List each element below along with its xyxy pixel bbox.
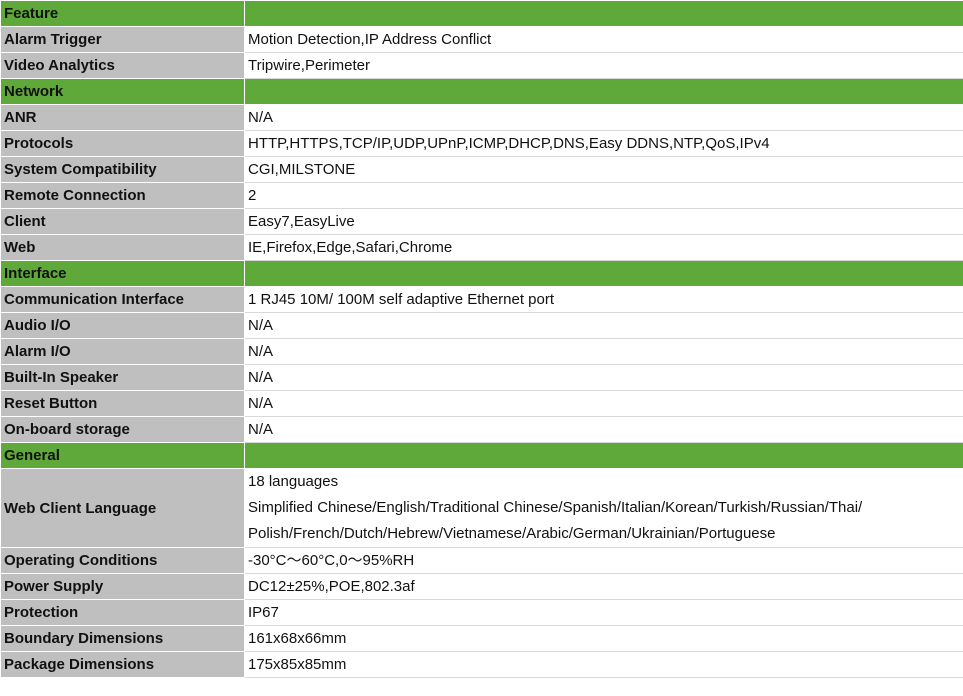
spec-label: On-board storage: [0, 416, 245, 443]
spec-label: Power Supply: [0, 573, 245, 600]
spec-value: 161x68x66mm: [244, 625, 963, 652]
spec-value-line: Simplified Chinese/English/Traditional C…: [248, 499, 863, 516]
spec-row: Alarm I/O N/A: [0, 338, 963, 365]
spec-label: Remote Connection: [0, 182, 245, 209]
spec-row: ANR N/A: [0, 104, 963, 131]
spec-label: Boundary Dimensions: [0, 625, 245, 652]
spec-row: Video Analytics Tripwire,Perimeter: [0, 52, 963, 79]
section-title: Network: [0, 78, 245, 105]
spec-value: -30°C～60°C,0～95%RH: [244, 547, 963, 574]
spec-value: Easy7,EasyLive: [244, 208, 963, 235]
section-header-fill: [244, 0, 963, 27]
spec-value: N/A: [244, 338, 963, 365]
section-header-fill: [244, 78, 963, 105]
spec-value: N/A: [244, 390, 963, 417]
spec-value: 2: [244, 182, 963, 209]
spec-row: On-board storage N/A: [0, 416, 963, 443]
section-header-row: Interface: [0, 260, 963, 287]
spec-value: IP67: [244, 599, 963, 626]
spec-row: Alarm Trigger Motion Detection,IP Address…: [0, 26, 963, 53]
spec-row: Package Dimensions 175x85x85mm: [0, 651, 963, 678]
spec-row: Communication Interface 1 RJ45 10M/ 100M …: [0, 286, 963, 313]
spec-value: Tripwire,Perimeter: [244, 52, 963, 79]
spec-label: Reset Button: [0, 390, 245, 417]
spec-row: Client Easy7,EasyLive: [0, 208, 963, 235]
spec-row: Power Supply DC12±25%,POE,802.3af: [0, 573, 963, 600]
spec-value: N/A: [244, 416, 963, 443]
spec-label: Protection: [0, 599, 245, 626]
section-title: Interface: [0, 260, 245, 287]
spec-value: N/A: [244, 312, 963, 339]
section-header-row: Feature: [0, 0, 963, 27]
spec-value-line: 18 languages: [248, 473, 339, 490]
spec-label: Web Client Language: [0, 468, 245, 548]
spec-value-line: Polish/French/Dutch/Hebrew/Vietnamese/Ar…: [248, 525, 776, 542]
spec-label: ANR: [0, 104, 245, 131]
spec-label: Video Analytics: [0, 52, 245, 79]
spec-label: Protocols: [0, 130, 245, 157]
spec-row: Operating Conditions -30°C～60°C,0～95%RH: [0, 547, 963, 574]
spec-value: 175x85x85mm: [244, 651, 963, 678]
section-header-fill: [244, 260, 963, 287]
section-title: General: [0, 442, 245, 469]
spec-value: 1 RJ45 10M/ 100M self adaptive Ethernet …: [244, 286, 963, 313]
spec-value: HTTP,HTTPS,TCP/IP,UDP,UPnP,ICMP,DHCP,DNS…: [244, 130, 963, 157]
spec-row: Protection IP67: [0, 599, 963, 626]
spec-label: Package Dimensions: [0, 651, 245, 678]
spec-value: CGI,MILSTONE: [244, 156, 963, 183]
spec-label: Alarm Trigger: [0, 26, 245, 53]
spec-label: Operating Conditions: [0, 547, 245, 574]
spec-value: N/A: [244, 104, 963, 131]
spec-row: Audio I/O N/A: [0, 312, 963, 339]
spec-label: Alarm I/O: [0, 338, 245, 365]
spec-row: Web Client Language 18 languages Simplifie…: [0, 468, 963, 548]
spec-value: Motion Detection,IP Address Conflict: [244, 26, 963, 53]
section-header-row: General: [0, 442, 963, 469]
spec-label: Client: [0, 208, 245, 235]
spec-row: Boundary Dimensions 161x68x66mm: [0, 625, 963, 652]
spec-row: Remote Connection 2: [0, 182, 963, 209]
spec-table-body: Feature Alarm Trigger Motion Detection,IP …: [0, 0, 963, 678]
spec-label: Web: [0, 234, 245, 261]
spec-row: Reset Button N/A: [0, 390, 963, 417]
section-header-row: Network: [0, 78, 963, 105]
spec-value: N/A: [244, 364, 963, 391]
spec-value: 18 languages Simplified Chinese/English/T…: [244, 468, 963, 548]
spec-table: Feature Alarm Trigger Motion Detection,IP …: [0, 0, 963, 678]
spec-label: System Compatibility: [0, 156, 245, 183]
spec-label: Audio I/O: [0, 312, 245, 339]
spec-row: Web IE,Firefox,Edge,Safari,Chrome: [0, 234, 963, 261]
spec-value: DC12±25%,POE,802.3af: [244, 573, 963, 600]
spec-row: Built-In Speaker N/A: [0, 364, 963, 391]
spec-row: System Compatibility CGI,MILSTONE: [0, 156, 963, 183]
spec-row: Protocols HTTP,HTTPS,TCP/IP,UDP,UPnP,ICMP…: [0, 130, 963, 157]
spec-value: IE,Firefox,Edge,Safari,Chrome: [244, 234, 963, 261]
section-header-fill: [244, 442, 963, 469]
section-title: Feature: [0, 0, 245, 27]
spec-label: Communication Interface: [0, 286, 245, 313]
spec-label: Built-In Speaker: [0, 364, 245, 391]
